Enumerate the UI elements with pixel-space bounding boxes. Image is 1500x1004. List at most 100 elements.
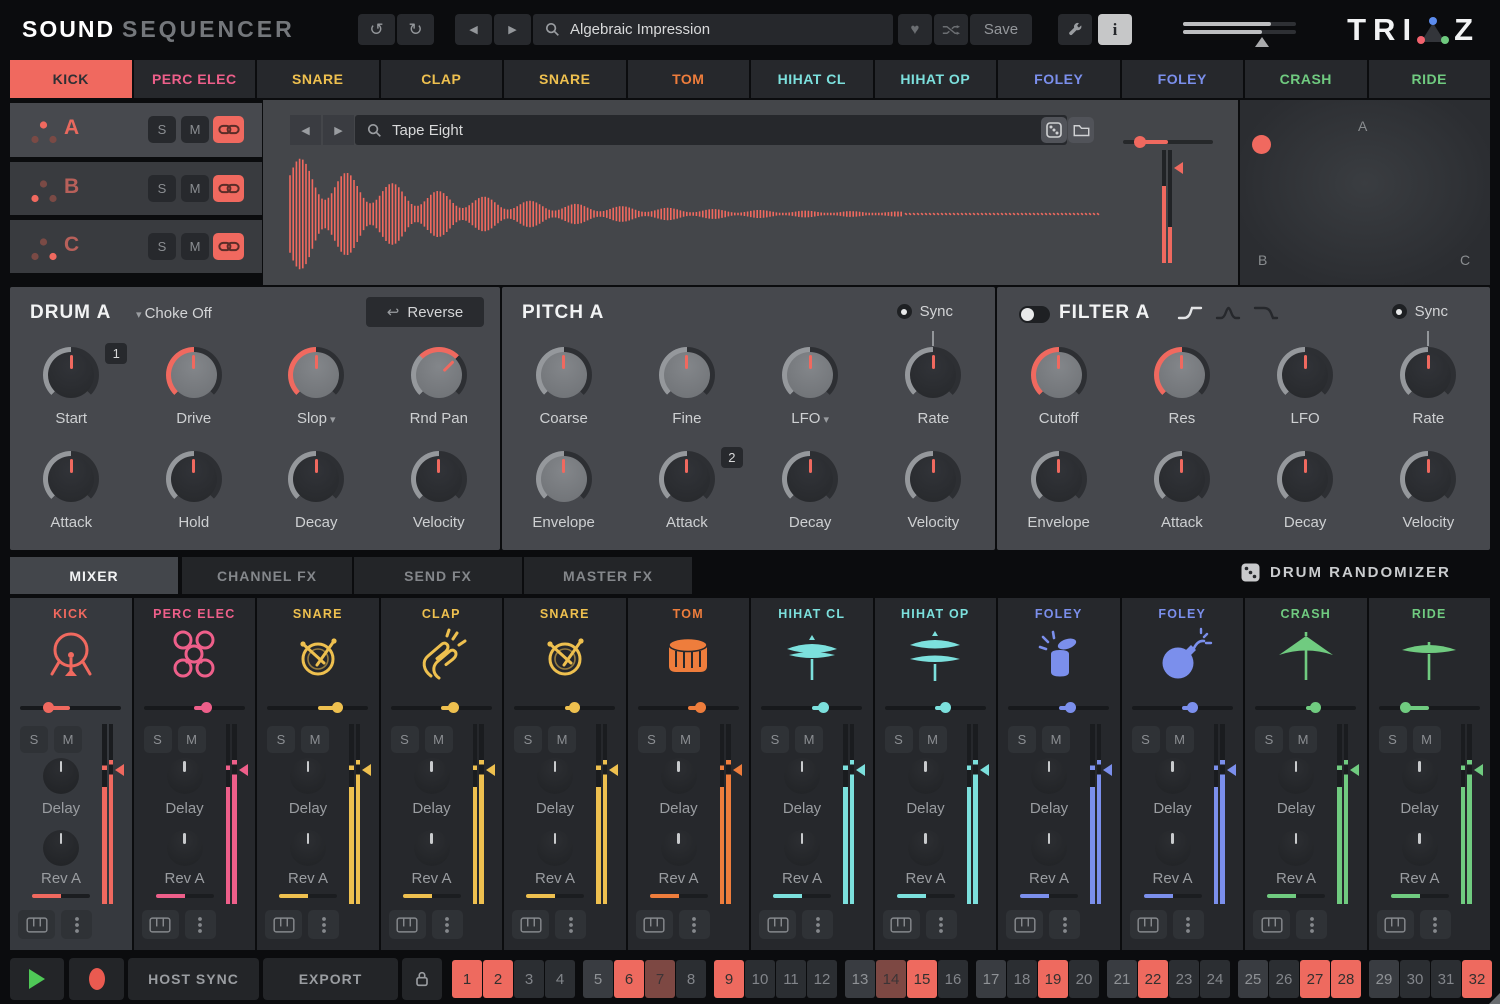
step-20[interactable]: 20 [1069, 960, 1099, 998]
mixer-channel-snare[interactable]: SNARESMDelayRev A [504, 598, 626, 950]
channel-mute-button[interactable]: M [548, 726, 576, 753]
channel-volume-slider[interactable] [885, 706, 986, 710]
info-button[interactable]: i [1098, 14, 1132, 45]
channel-volume-slider[interactable] [391, 706, 492, 710]
step-17[interactable]: 17 [976, 960, 1006, 998]
track-tab-tom[interactable]: TOM [628, 60, 750, 98]
step-9[interactable]: 9 [714, 960, 744, 998]
sample-layer-a[interactable]: ASM [10, 103, 262, 157]
cutoff-knob[interactable] [1031, 347, 1087, 403]
channel-solo-button[interactable]: S [20, 726, 48, 753]
xy-pad-handle[interactable] [1252, 135, 1271, 154]
track-tab-snare[interactable]: SNARE [257, 60, 379, 98]
preset-next-button[interactable]: ▶ [494, 14, 531, 45]
volume-slider-handle[interactable] [43, 702, 54, 713]
drum-randomizer-button[interactable]: DRUM RANDOMIZER [1241, 563, 1451, 582]
layer-mute-button[interactable]: M [181, 175, 209, 202]
track-tab-crash[interactable]: CRASH [1245, 60, 1367, 98]
attack-knob[interactable] [43, 451, 99, 507]
channel-keyboard-button[interactable] [1130, 910, 1167, 939]
delay-send-knob[interactable] [1031, 758, 1067, 794]
channel-menu-button[interactable] [1420, 910, 1451, 939]
pan-slider-handle[interactable] [1134, 136, 1146, 148]
mixer-channel-foley[interactable]: FOLEYSMDelayRev A [1122, 598, 1244, 950]
volume-slider-handle[interactable] [1310, 702, 1321, 713]
channel-mute-button[interactable]: M [1289, 726, 1317, 753]
channel-menu-button[interactable] [308, 910, 339, 939]
decay-knob[interactable] [782, 451, 838, 507]
volume-slider-handle[interactable] [448, 702, 459, 713]
track-tab-snare[interactable]: SNARE [504, 60, 626, 98]
mixer-channel-ride[interactable]: RIDESMDelayRev A [1369, 598, 1491, 950]
step-11[interactable]: 11 [776, 960, 806, 998]
delay-send-knob[interactable] [414, 758, 450, 794]
step-5[interactable]: 5 [583, 960, 613, 998]
channel-volume-slider[interactable] [638, 706, 739, 710]
lfo-knob[interactable] [1277, 347, 1333, 403]
step-23[interactable]: 23 [1169, 960, 1199, 998]
reverb-send-knob[interactable] [537, 830, 573, 866]
channel-menu-button[interactable] [61, 910, 92, 939]
reverb-send-amount-bar[interactable] [403, 894, 461, 898]
channel-keyboard-button[interactable] [1377, 910, 1414, 939]
settings-button[interactable] [1058, 14, 1092, 45]
step-15[interactable]: 15 [907, 960, 937, 998]
slop-knob[interactable] [288, 347, 344, 403]
output-slider-handle[interactable] [1255, 37, 1269, 47]
step-13[interactable]: 13 [845, 960, 875, 998]
channel-solo-button[interactable]: S [761, 726, 789, 753]
tab-mixer[interactable]: MIXER [10, 557, 178, 594]
reverb-send-amount-bar[interactable] [650, 894, 708, 898]
layer-solo-button[interactable]: S [148, 233, 176, 260]
channel-keyboard-button[interactable] [265, 910, 302, 939]
track-tab-perc-elec[interactable]: PERC ELEC [134, 60, 256, 98]
delay-send-knob[interactable] [1155, 758, 1191, 794]
channel-menu-button[interactable] [1049, 910, 1080, 939]
bandpass-filter-icon[interactable] [1215, 305, 1241, 321]
channel-mute-button[interactable]: M [301, 726, 329, 753]
channel-menu-button[interactable] [1173, 910, 1204, 939]
choke-dropdown[interactable]: ▾ Choke Off [136, 305, 212, 322]
volume-slider-handle[interactable] [695, 702, 706, 713]
channel-fader-handle[interactable] [980, 764, 989, 776]
reverse-button[interactable]: ↩Reverse [366, 297, 484, 327]
volume-slider-handle[interactable] [201, 702, 212, 713]
mixer-channel-kick[interactable]: KICKSMDelayRev A [10, 598, 132, 950]
channel-menu-button[interactable] [802, 910, 833, 939]
start-knob[interactable]: 1 [43, 347, 99, 403]
step-32[interactable]: 32 [1462, 960, 1492, 998]
channel-volume-slider[interactable] [1255, 706, 1356, 710]
layer-solo-button[interactable]: S [148, 175, 176, 202]
step-19[interactable]: 19 [1038, 960, 1068, 998]
channel-fader-handle[interactable] [733, 764, 742, 776]
layer-link-button[interactable] [213, 233, 244, 260]
reverb-send-amount-bar[interactable] [773, 894, 831, 898]
channel-solo-button[interactable]: S [1132, 726, 1160, 753]
velocity-knob[interactable] [905, 451, 961, 507]
channel-fader-handle[interactable] [1474, 764, 1483, 776]
volume-slider-handle[interactable] [332, 702, 343, 713]
sample-layer-b[interactable]: BSM [10, 162, 262, 215]
channel-mute-button[interactable]: M [425, 726, 453, 753]
reverb-send-knob[interactable] [1155, 830, 1191, 866]
decay-knob[interactable] [288, 451, 344, 507]
channel-solo-button[interactable]: S [885, 726, 913, 753]
sample-prev-button[interactable]: ◀ [290, 115, 321, 145]
resize-corner-handle[interactable] [1489, 993, 1500, 1004]
channel-mute-button[interactable]: M [1166, 726, 1194, 753]
lfo-knob[interactable] [782, 347, 838, 403]
redo-button[interactable]: ↻ [397, 14, 434, 45]
reverb-send-amount-bar[interactable] [32, 894, 90, 898]
channel-volume-slider[interactable] [1132, 706, 1233, 710]
coarse-knob[interactable] [536, 347, 592, 403]
sample-search-input[interactable]: Tape Eight [355, 115, 1067, 145]
layer-link-button[interactable] [213, 175, 244, 202]
reverb-send-amount-bar[interactable] [156, 894, 214, 898]
mixer-channel-snare[interactable]: SNARESMDelayRev A [257, 598, 379, 950]
step-1[interactable]: 1 [452, 960, 482, 998]
channel-mute-button[interactable]: M [795, 726, 823, 753]
step-28[interactable]: 28 [1331, 960, 1361, 998]
step-25[interactable]: 25 [1238, 960, 1268, 998]
delay-send-knob[interactable] [784, 758, 820, 794]
play-button[interactable] [10, 958, 64, 1000]
